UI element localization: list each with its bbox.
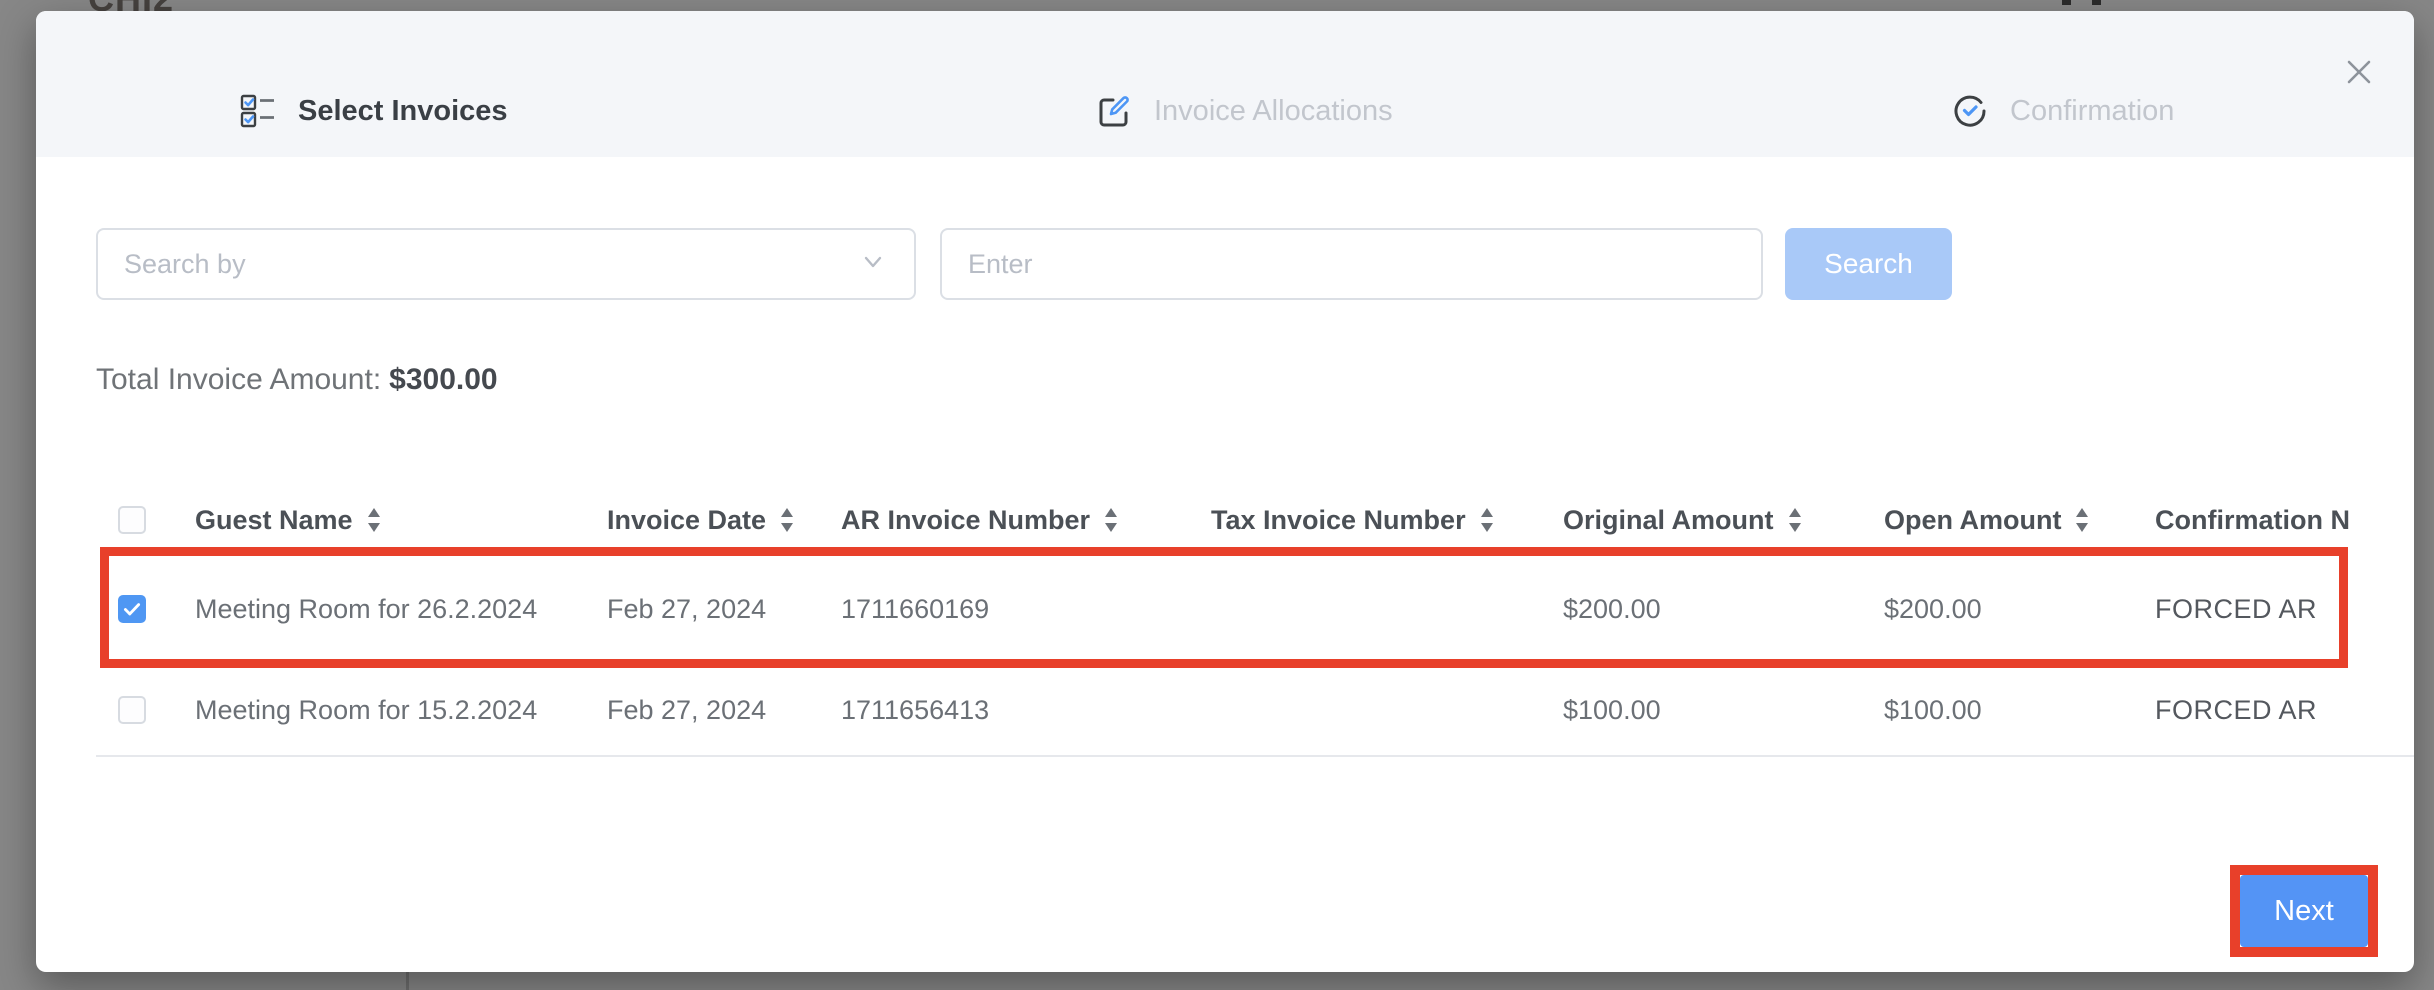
step-label: Invoice Allocations — [1154, 95, 1393, 128]
column-header-invoice-date[interactable]: Invoice Date — [607, 505, 841, 536]
total-invoice-amount-label: Total Invoice Amount: — [96, 363, 381, 396]
open-amount-cell: $100.00 — [1884, 695, 2155, 726]
sort-icon[interactable] — [1788, 507, 1802, 533]
chevron-down-icon — [858, 247, 888, 282]
sort-icon[interactable] — [1480, 507, 1494, 533]
sort-icon[interactable] — [367, 507, 381, 533]
guest-name-cell: Meeting Room for 26.2.2024 — [195, 594, 607, 625]
search-value-input[interactable] — [940, 228, 1763, 300]
next-button[interactable]: Next — [2240, 875, 2368, 947]
column-header-original-amount[interactable]: Original Amount — [1563, 505, 1884, 536]
ar-invoice-number-cell: 1711660169 — [841, 594, 1211, 625]
background-artifact — [2062, 0, 2071, 5]
table-row[interactable]: Meeting Room for 26.2.2024 Feb 27, 2024 … — [96, 553, 2414, 665]
open-amount-cell: $200.00 — [1884, 594, 2155, 625]
background-artifact — [2092, 0, 2101, 5]
step-confirmation[interactable]: Confirmation — [1952, 83, 2174, 139]
column-header-confirmation[interactable]: Confirmation N — [2155, 505, 2414, 536]
table-header-row: Guest Name Invoice Date — [96, 487, 2414, 553]
sort-icon[interactable] — [2075, 507, 2089, 533]
edit-square-icon — [1096, 93, 1132, 129]
close-icon[interactable] — [2342, 55, 2376, 89]
background-divider — [406, 972, 409, 990]
wizard-step-bar: Select Invoices Invoice Allocations Conf… — [36, 11, 2414, 157]
column-header-open-amount[interactable]: Open Amount — [1884, 505, 2155, 536]
sort-icon[interactable] — [780, 507, 794, 533]
search-button[interactable]: Search — [1785, 228, 1952, 300]
guest-name-cell: Meeting Room for 15.2.2024 — [195, 695, 607, 726]
ar-invoice-number-cell: 1711656413 — [841, 695, 1211, 726]
table-row[interactable]: Meeting Room for 15.2.2024 Feb 27, 2024 … — [96, 665, 2414, 757]
column-header-tax-invoice-number[interactable]: Tax Invoice Number — [1211, 505, 1563, 536]
step-select-invoices[interactable]: Select Invoices — [240, 83, 508, 139]
invoice-date-cell: Feb 27, 2024 — [607, 594, 841, 625]
check-circle-icon — [1952, 93, 1988, 129]
confirmation-cell: FORCED AR — [2155, 695, 2414, 726]
original-amount-cell: $200.00 — [1563, 594, 1884, 625]
invoice-date-cell: Feb 27, 2024 — [607, 695, 841, 726]
original-amount-cell: $100.00 — [1563, 695, 1884, 726]
step-label: Confirmation — [2010, 95, 2174, 128]
step-label: Select Invoices — [298, 95, 508, 128]
select-all-checkbox[interactable] — [118, 506, 146, 534]
step-invoice-allocations[interactable]: Invoice Allocations — [1096, 83, 1393, 139]
row-checkbox[interactable] — [118, 696, 146, 724]
column-header-ar-invoice-number[interactable]: AR Invoice Number — [841, 505, 1211, 536]
sort-icon[interactable] — [1104, 507, 1118, 533]
row-checkbox[interactable] — [118, 595, 146, 623]
confirmation-cell: FORCED AR — [2155, 594, 2414, 625]
invoices-table: Guest Name Invoice Date — [96, 487, 2414, 757]
total-invoice-amount: Total Invoice Amount:$300.00 — [96, 363, 498, 397]
checklist-icon — [240, 93, 276, 129]
column-header-guest-name[interactable]: Guest Name — [195, 505, 607, 536]
select-invoices-dialog: Select Invoices Invoice Allocations Conf… — [36, 11, 2414, 972]
search-by-placeholder: Search by — [124, 249, 246, 280]
search-by-dropdown[interactable]: Search by — [96, 228, 916, 300]
total-invoice-amount-value: $300.00 — [389, 363, 497, 396]
